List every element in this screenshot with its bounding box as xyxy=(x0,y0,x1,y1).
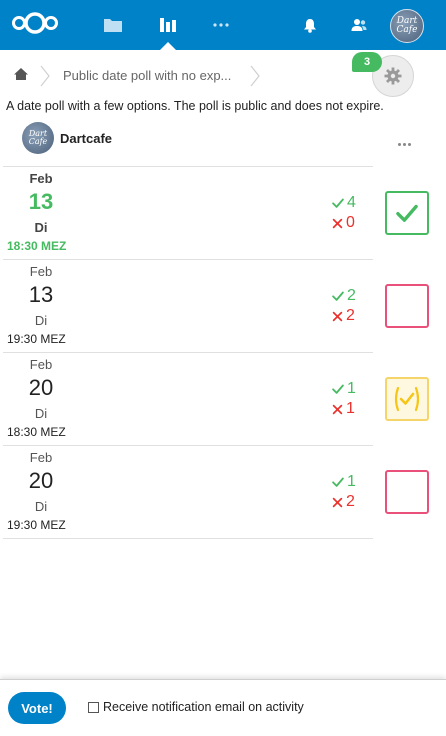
no-count: 0 xyxy=(331,213,371,233)
option-time: 18:30 MEZ xyxy=(7,425,66,439)
option-date: Feb 20 Di 18:30 MEZ xyxy=(3,353,79,446)
breadcrumb-current[interactable]: Public date poll with no exp... xyxy=(63,68,231,83)
breadcrumb: Public date poll with no exp... xyxy=(0,55,360,95)
no-count-value: 1 xyxy=(346,400,355,417)
more-actions-button[interactable] xyxy=(394,136,414,152)
yes-count: 2 xyxy=(331,286,371,306)
no-count-value: 2 xyxy=(346,493,355,510)
cross-icon xyxy=(332,218,343,228)
vote-toggle[interactable] xyxy=(385,284,429,328)
contacts-button[interactable] xyxy=(337,0,381,50)
yes-count: 4 xyxy=(331,193,371,213)
poll-option-row: Feb 13 Di 18:30 MEZ 4 0 xyxy=(3,167,429,260)
more-apps-icon xyxy=(213,23,229,27)
owner-avatar-text-cafe: Cafe xyxy=(28,137,48,146)
poll-description: A date poll with a few options. The poll… xyxy=(6,99,384,113)
vote-toggle[interactable] xyxy=(385,377,429,421)
option-day: 13 xyxy=(28,282,54,307)
option-vote-counts: 1 2 xyxy=(331,472,371,512)
user-avatar[interactable]: Dart Cafe xyxy=(390,9,424,43)
option-month: Feb xyxy=(29,171,53,186)
option-time: 19:30 MEZ xyxy=(7,332,66,346)
poll-options-list: Feb 13 Di 18:30 MEZ 4 0 Feb 13 Di 19:30 … xyxy=(3,166,429,539)
option-day: 13 xyxy=(28,189,54,214)
notifications-button[interactable] xyxy=(288,0,332,50)
owner-name: Dartcafe xyxy=(60,130,113,146)
no-count: 2 xyxy=(331,492,371,512)
option-date: Feb 13 Di 18:30 MEZ xyxy=(3,167,79,260)
notification-label: Receive notification email on activity xyxy=(103,700,304,714)
option-weekday: Di xyxy=(34,313,48,328)
home-icon[interactable] xyxy=(13,67,29,81)
avatar-text-cafe: Cafe xyxy=(396,25,418,35)
check-icon xyxy=(332,198,344,208)
option-vote-counts: 2 2 xyxy=(331,286,371,326)
no-count-value: 2 xyxy=(346,307,355,324)
gear-icon xyxy=(384,67,402,85)
poll-option-row: Feb 20 Di 19:30 MEZ 1 2 xyxy=(3,446,429,539)
poll-option-row: Feb 13 Di 19:30 MEZ 2 2 xyxy=(3,260,429,353)
yes-count: 1 xyxy=(331,472,371,492)
vote-toggle[interactable] xyxy=(385,191,429,235)
notification-toggle[interactable]: Receive notification email on activity xyxy=(88,700,304,714)
cross-icon xyxy=(332,404,343,414)
nav-files[interactable] xyxy=(91,0,135,50)
cross-icon xyxy=(332,311,343,321)
active-nav-indicator xyxy=(160,42,176,50)
option-vote-counts: 4 0 xyxy=(331,193,371,233)
option-date: Feb 13 Di 19:30 MEZ xyxy=(3,260,79,353)
nav-more-apps[interactable] xyxy=(199,0,243,50)
check-icon xyxy=(332,477,344,487)
yes-count-value: 2 xyxy=(347,287,356,304)
vote-button[interactable]: Vote! xyxy=(8,692,66,724)
more-dot xyxy=(397,142,401,146)
vote-toggle[interactable] xyxy=(385,470,429,514)
maybe-icon xyxy=(394,386,420,412)
yes-count: 1 xyxy=(331,379,371,399)
folder-icon xyxy=(104,19,122,32)
option-time: 18:30 MEZ xyxy=(7,239,67,253)
cross-icon xyxy=(332,497,343,507)
option-weekday: Di xyxy=(34,499,48,514)
no-count: 1 xyxy=(331,399,371,419)
option-month: Feb xyxy=(29,357,53,372)
check-icon xyxy=(332,384,344,394)
no-count: 2 xyxy=(331,306,371,326)
vote-footer: Vote! Receive notification email on acti… xyxy=(0,679,446,736)
option-month: Feb xyxy=(29,264,53,279)
option-weekday: Di xyxy=(34,220,48,235)
more-dot xyxy=(407,142,411,146)
yes-count-value: 1 xyxy=(347,473,356,490)
poll-owner: Dart Cafe Dartcafe xyxy=(22,122,112,154)
more-dot xyxy=(402,142,406,146)
option-month: Feb xyxy=(29,450,53,465)
no-count-value: 0 xyxy=(346,214,355,231)
breadcrumb-separator xyxy=(40,65,50,87)
option-time: 19:30 MEZ xyxy=(7,518,66,532)
yes-count-value: 4 xyxy=(347,194,356,211)
poll-option-row: Feb 20 Di 18:30 MEZ 1 1 xyxy=(3,353,429,446)
yes-count-value: 1 xyxy=(347,380,356,397)
option-date: Feb 20 Di 19:30 MEZ xyxy=(3,446,79,539)
top-bar: Dart Cafe xyxy=(0,0,446,50)
option-day: 20 xyxy=(28,468,54,493)
option-vote-counts: 1 1 xyxy=(331,379,371,419)
option-day: 20 xyxy=(28,375,54,400)
check-icon xyxy=(396,204,418,222)
owner-avatar[interactable]: Dart Cafe xyxy=(22,122,54,154)
breadcrumb-separator xyxy=(250,65,260,87)
comments-count-badge[interactable]: 3 xyxy=(352,52,382,72)
option-weekday: Di xyxy=(34,406,48,421)
nextcloud-logo[interactable] xyxy=(11,10,59,36)
notification-checkbox[interactable] xyxy=(88,701,99,713)
bell-icon xyxy=(304,18,316,33)
poll-icon xyxy=(160,18,176,32)
contacts-icon xyxy=(351,19,367,31)
check-icon xyxy=(332,291,344,301)
